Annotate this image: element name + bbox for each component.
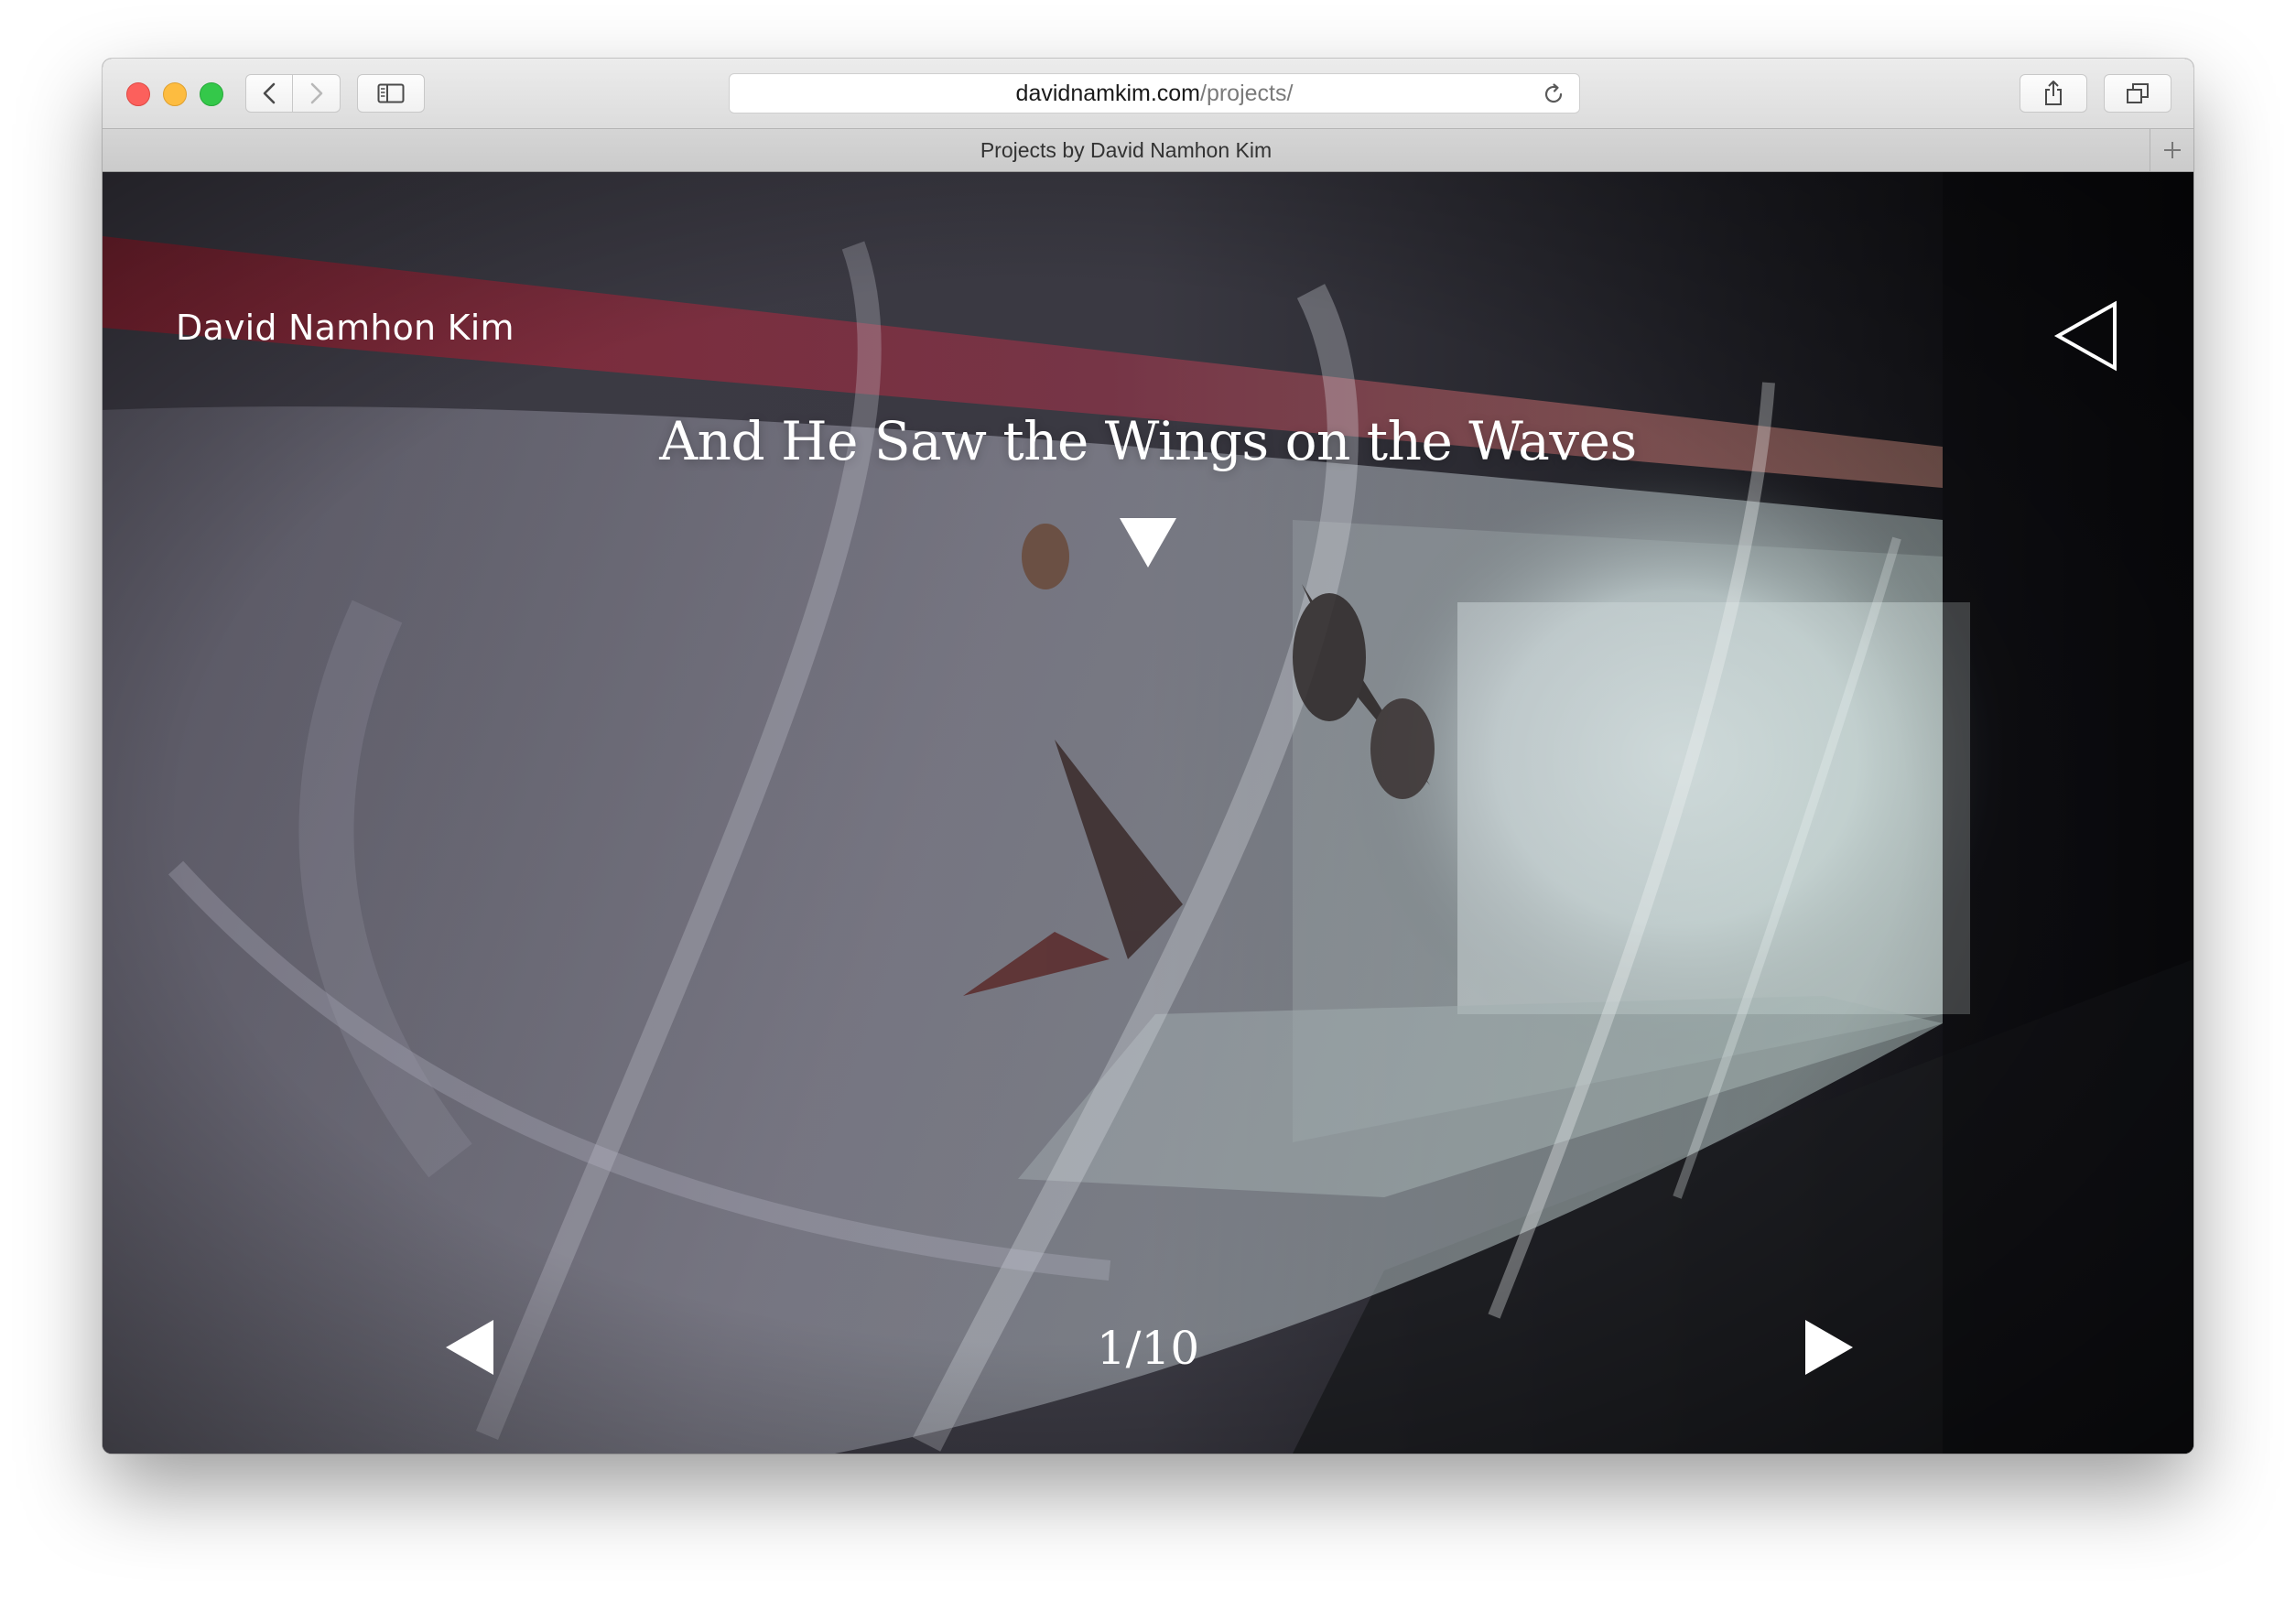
sidebar-icon [377,83,405,103]
triangle-left-outline-icon [2052,298,2122,373]
url-domain: davidnamkim.com [1015,80,1200,106]
triangle-down-icon [1118,516,1178,569]
slide-counter: 1/10 [1096,1322,1200,1375]
address-bar[interactable]: davidnamkim.com/projects/ [729,73,1580,114]
back-button[interactable] [245,74,293,113]
minimize-window-button[interactable] [163,82,187,106]
maximize-window-button[interactable] [200,82,223,106]
tabs-overview-icon [2126,82,2150,104]
tab-title: Projects by David Namhon Kim [980,137,1273,162]
sidebar-toggle-button[interactable] [357,74,425,113]
url-path: /projects/ [1200,80,1294,106]
share-button[interactable] [2020,74,2087,113]
tab-bar: Projects by David Namhon Kim [103,128,2193,172]
chevron-left-icon [262,81,276,105]
share-icon [2042,80,2064,107]
browser-toolbar: davidnamkim.com/projects/ [103,59,2193,128]
chevron-right-icon [309,81,324,105]
browser-window: davidnamkim.com/projects/ Projects by Da… [103,59,2193,1454]
reload-icon[interactable] [1541,81,1566,107]
scroll-down-button[interactable] [1118,516,1178,569]
site-title[interactable]: David Namhon Kim [176,308,514,348]
next-slide-button[interactable] [1803,1318,1855,1377]
active-tab[interactable]: Projects by David Namhon Kim [103,129,2150,171]
triangle-right-icon [1803,1318,1855,1377]
plus-icon [2162,140,2182,160]
forward-button[interactable] [293,74,341,113]
page-content: David Namhon Kim And He Saw the Wings on… [103,172,2193,1454]
close-window-button[interactable] [126,82,150,106]
menu-toggle-button[interactable] [2052,298,2122,373]
project-title: And He Saw the Wings on the Waves [659,410,1637,472]
tabs-overview-button[interactable] [2104,74,2171,113]
hero-image [103,172,2193,1454]
new-tab-button[interactable] [2150,129,2193,171]
